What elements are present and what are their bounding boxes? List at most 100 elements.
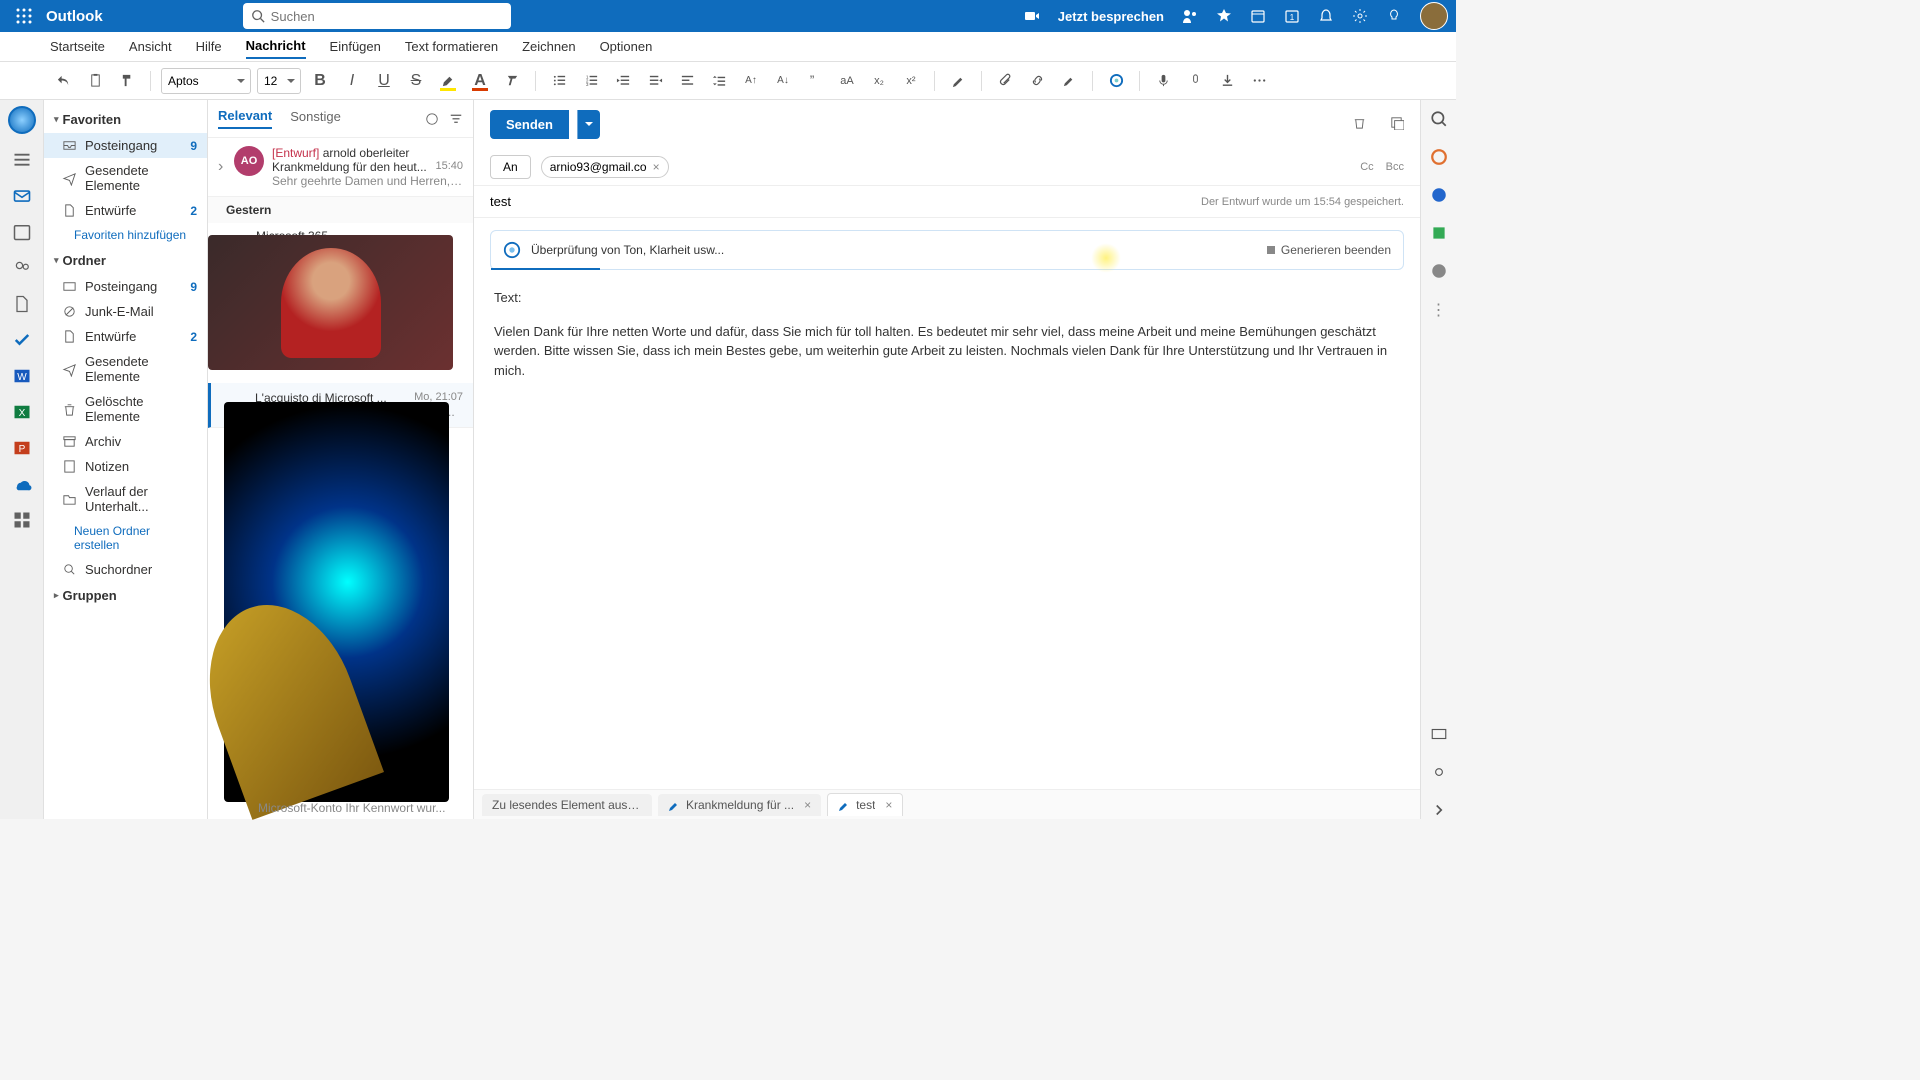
- settings-icon[interactable]: [1352, 8, 1368, 24]
- folder-inbox-fav[interactable]: Posteingang9: [44, 133, 207, 158]
- tab-startseite[interactable]: Startseite: [50, 35, 105, 58]
- bell-icon[interactable]: [1318, 8, 1334, 24]
- undo-button[interactable]: [50, 68, 76, 94]
- day-icon[interactable]: 1: [1284, 8, 1300, 24]
- folder-notes[interactable]: Notizen: [44, 454, 207, 479]
- recipient-chip[interactable]: arnio93@gmail.co×: [541, 156, 669, 178]
- account-avatar[interactable]: [1420, 2, 1448, 30]
- italic-button[interactable]: I: [339, 68, 365, 94]
- case-button[interactable]: aA: [834, 68, 860, 94]
- copilot-rail-icon[interactable]: [8, 106, 36, 134]
- linespace-button[interactable]: [706, 68, 732, 94]
- onedrive-rail-icon[interactable]: [12, 474, 32, 494]
- files-rail-icon[interactable]: [12, 294, 32, 314]
- folder-junk[interactable]: Junk-E-Mail: [44, 299, 207, 324]
- ppt-rail-icon[interactable]: P: [12, 438, 32, 458]
- meet-now-button[interactable]: Jetzt besprechen: [1058, 9, 1164, 24]
- link-button[interactable]: [1024, 68, 1050, 94]
- dictate-button[interactable]: [1182, 68, 1208, 94]
- folder-archive[interactable]: Archiv: [44, 429, 207, 454]
- search-input[interactable]: [271, 9, 503, 24]
- bottom-tab-reading[interactable]: Zu lesendes Element ausw...: [482, 794, 652, 816]
- tab-einfuegen[interactable]: Einfügen: [330, 35, 381, 58]
- increasefont-button[interactable]: A↑: [738, 68, 764, 94]
- tab-textformat[interactable]: Text formatieren: [405, 35, 498, 58]
- decreasefont-button[interactable]: A↓: [770, 68, 796, 94]
- popout-button[interactable]: [1389, 115, 1404, 135]
- new-folder[interactable]: Neuen Ordner erstellen: [44, 519, 207, 557]
- moreapp-rail-icon[interactable]: [12, 510, 32, 530]
- subject-input[interactable]: [490, 194, 1201, 209]
- clear-format-button[interactable]: [499, 68, 525, 94]
- bcc-button[interactable]: Bcc: [1386, 161, 1404, 173]
- app1-rail-icon[interactable]: [1430, 186, 1448, 204]
- font-select[interactable]: Aptos: [161, 68, 251, 94]
- expand-rail-icon[interactable]: [1430, 801, 1448, 819]
- meet-icon[interactable]: [1024, 8, 1040, 24]
- more-rail-icon[interactable]: ⋮: [1431, 300, 1447, 320]
- tab-hilfe[interactable]: Hilfe: [196, 35, 222, 58]
- groups-header[interactable]: ▸Gruppen: [44, 582, 207, 609]
- add-favorite[interactable]: Favoriten hinzufügen: [44, 223, 207, 247]
- tab-optionen[interactable]: Optionen: [600, 35, 653, 58]
- folder-search[interactable]: Suchordner: [44, 557, 207, 582]
- todo-rail-icon[interactable]: [12, 330, 32, 350]
- folder-drafts[interactable]: Entwürfe2: [44, 324, 207, 349]
- close-tab-icon[interactable]: ×: [885, 798, 892, 812]
- teams-icon[interactable]: [1182, 8, 1198, 24]
- remove-recipient-icon[interactable]: ×: [653, 160, 660, 174]
- folder-sent-fav[interactable]: Gesendete Elemente: [44, 158, 207, 198]
- folder-conversation[interactable]: Verlauf der Unterhalt...: [44, 479, 207, 519]
- download-button[interactable]: [1214, 68, 1240, 94]
- numbering-button[interactable]: 123: [578, 68, 604, 94]
- folder-drafts-fav[interactable]: Entwürfe2: [44, 198, 207, 223]
- folder-deleted[interactable]: Gelöschte Elemente: [44, 389, 207, 429]
- bullets-button[interactable]: [546, 68, 572, 94]
- tab-relevant[interactable]: Relevant: [218, 108, 272, 129]
- gear-rail-icon[interactable]: [1430, 763, 1448, 781]
- mail-rail-icon[interactable]: [12, 186, 32, 206]
- people-rail-icon[interactable]: [12, 258, 32, 278]
- calendar-icon[interactable]: [1250, 8, 1266, 24]
- calendar-rail-icon[interactable]: [12, 222, 32, 242]
- send-button[interactable]: Senden: [490, 110, 569, 139]
- signature-button[interactable]: [1056, 68, 1082, 94]
- select-icon[interactable]: [425, 112, 439, 126]
- strike-button[interactable]: S: [403, 68, 429, 94]
- styles-button[interactable]: [945, 68, 971, 94]
- stop-generating-button[interactable]: Generieren beenden: [1265, 243, 1391, 257]
- folders-header[interactable]: ▾Ordner: [44, 247, 207, 274]
- app-launcher[interactable]: [8, 0, 40, 32]
- superscript-button[interactable]: x²: [898, 68, 924, 94]
- subscript-button[interactable]: x₂: [866, 68, 892, 94]
- mic-button[interactable]: [1150, 68, 1176, 94]
- align-button[interactable]: [674, 68, 700, 94]
- highlight-button[interactable]: [435, 68, 461, 94]
- message-item[interactable]: Mo, 21:07L'acquisto di Microsoft ... Gra…: [208, 383, 473, 428]
- tab-ansicht[interactable]: Ansicht: [129, 35, 172, 58]
- cc-button[interactable]: Cc: [1360, 161, 1373, 173]
- app2-rail-icon[interactable]: [1430, 224, 1448, 242]
- app3-rail-icon[interactable]: [1430, 262, 1448, 280]
- format-painter-button[interactable]: [114, 68, 140, 94]
- tab-nachricht[interactable]: Nachricht: [246, 34, 306, 59]
- folder-inbox[interactable]: Posteingang9: [44, 274, 207, 299]
- search-rail-icon[interactable]: [1430, 110, 1448, 128]
- panel-icon[interactable]: [1430, 725, 1448, 743]
- underline-button[interactable]: U: [371, 68, 397, 94]
- attach-button[interactable]: [992, 68, 1018, 94]
- excel-rail-icon[interactable]: X: [12, 402, 32, 422]
- bottom-tab-draft2[interactable]: test×: [827, 793, 903, 816]
- bottom-tab-draft1[interactable]: Krankmeldung für ...×: [658, 794, 821, 816]
- search-box[interactable]: [243, 3, 511, 29]
- filter-icon[interactable]: [449, 112, 463, 126]
- fontsize-select[interactable]: 12: [257, 68, 301, 94]
- premium-icon[interactable]: [1216, 8, 1232, 24]
- fontcolor-button[interactable]: A: [467, 68, 493, 94]
- hamburger-icon[interactable]: [12, 150, 32, 170]
- quote-button[interactable]: ”: [802, 68, 828, 94]
- copilot-button[interactable]: [1103, 68, 1129, 94]
- bold-button[interactable]: B: [307, 68, 333, 94]
- tips-icon[interactable]: [1386, 8, 1402, 24]
- folder-sent[interactable]: Gesendete Elemente: [44, 349, 207, 389]
